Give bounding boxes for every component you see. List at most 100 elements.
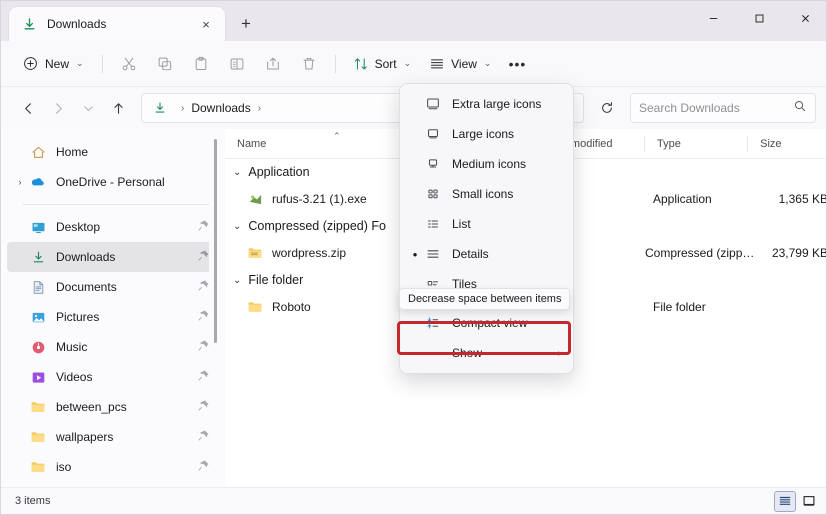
list-icon <box>422 216 444 232</box>
menu-item-details[interactable]: • Details <box>404 239 569 269</box>
menu-item-small-icons[interactable]: Small icons <box>404 179 569 209</box>
breadcrumb-separator-2[interactable]: › <box>258 103 261 114</box>
file-explorer-window: Downloads × + New ⌄ Sort ⌄ View ⌄ ••• › … <box>0 0 827 515</box>
sort-icon <box>354 57 367 69</box>
new-button-label: New <box>45 56 70 71</box>
menu-item-label: Extra large icons <box>452 97 542 111</box>
menu-item-label: Medium icons <box>452 157 527 171</box>
menu-item-label: Small icons <box>452 187 514 201</box>
menu-item-extra-large-icons[interactable]: Extra large icons <box>404 89 569 119</box>
chevron-down-icon[interactable]: ⌄ <box>233 221 241 232</box>
search-icon[interactable] <box>793 99 807 118</box>
chevron-down-icon[interactable]: ⌄ <box>233 275 241 286</box>
scrollbar-thumb[interactable] <box>214 139 217 343</box>
sidebar-item-desktop[interactable]: Desktop <box>7 212 219 242</box>
search-input[interactable]: Search Downloads <box>630 93 816 123</box>
menu-item-label: Show <box>452 346 483 360</box>
search-placeholder: Search Downloads <box>639 101 740 115</box>
sidebar-item-label: Pictures <box>56 310 100 324</box>
extra-large-icons-icon <box>422 96 444 112</box>
sidebar-item-music[interactable]: Music <box>7 332 219 362</box>
sidebar-item-wallpapers[interactable]: wallpapers <box>7 422 219 452</box>
sidebar-item-between-pcs[interactable]: between_pcs <box>7 392 219 422</box>
new-tab-button[interactable]: + <box>229 7 263 41</box>
sidebar-item-pictures[interactable]: Pictures <box>7 302 219 332</box>
column-label: Type <box>657 137 681 150</box>
back-button[interactable] <box>13 93 43 123</box>
toolbar-separator <box>101 54 103 73</box>
sidebar-item-label: OneDrive - Personal <box>56 175 165 189</box>
minimize-button[interactable] <box>690 1 736 35</box>
copy-icon[interactable] <box>147 49 183 79</box>
sidebar-divider <box>23 204 211 205</box>
sidebar-item-onedrive[interactable]: › OneDrive - Personal <box>7 167 219 197</box>
sort-button[interactable]: Sort ⌄ <box>344 49 421 79</box>
sidebar-item-documents[interactable]: Documents <box>7 272 219 302</box>
up-button[interactable] <box>103 93 133 123</box>
column-header-type[interactable]: Type <box>645 129 749 159</box>
tab-title: Downloads <box>47 17 107 31</box>
column-label: Size <box>760 137 782 150</box>
menu-item-list[interactable]: List <box>404 209 569 239</box>
sidebar-item-label: wallpapers <box>56 430 114 444</box>
title-bar: Downloads × + <box>1 1 826 41</box>
plus-circle-icon <box>24 57 37 70</box>
new-button[interactable]: New ⌄ <box>13 49 94 79</box>
sidebar-scrollbar[interactable] <box>209 133 223 485</box>
rename-icon[interactable] <box>219 49 255 79</box>
paste-icon[interactable] <box>183 49 219 79</box>
large-icons-view-icon[interactable] <box>798 491 820 512</box>
tab-strip: Downloads × + <box>1 1 263 41</box>
recent-locations-button[interactable] <box>73 93 103 123</box>
sidebar-item-label: Documents <box>56 280 117 294</box>
maximize-button[interactable] <box>736 1 782 35</box>
close-button[interactable] <box>782 1 826 35</box>
menu-item-medium-icons[interactable]: Medium icons <box>404 149 569 179</box>
sidebar-item-downloads[interactable]: Downloads <box>7 242 219 272</box>
refresh-button[interactable] <box>592 93 622 123</box>
sidebar-item-label: Home <box>56 145 89 159</box>
view-button[interactable]: View ⌄ <box>420 49 500 79</box>
chevron-down-icon[interactable]: ⌄ <box>233 167 241 178</box>
pictures-icon <box>29 310 47 325</box>
selection-bullet: • <box>412 246 418 262</box>
group-label: File folder <box>248 273 304 287</box>
sidebar-item-label: Videos <box>56 370 93 384</box>
column-label: Name <box>237 137 267 150</box>
downloads-icon <box>21 16 37 32</box>
tab-downloads[interactable]: Downloads × <box>9 7 225 41</box>
details-view-icon[interactable] <box>774 490 796 512</box>
column-header-size[interactable]: Size <box>748 129 826 159</box>
sort-ascending-icon: ⌃ <box>333 130 341 141</box>
menu-item-large-icons[interactable]: Large icons <box>404 119 569 149</box>
folder-icon <box>29 399 47 415</box>
home-icon <box>29 145 47 160</box>
breadcrumb-separator: › <box>181 102 185 114</box>
sidebar-item-label: between_pcs <box>56 400 127 414</box>
sidebar-item-iso[interactable]: iso <box>7 452 219 482</box>
trash-icon[interactable] <box>291 49 327 79</box>
chevron-right-icon[interactable]: › <box>11 177 29 187</box>
exe-icon <box>247 191 263 207</box>
chevron-down-icon: ⌄ <box>76 58 84 68</box>
chevron-down-icon: ⌄ <box>403 58 412 68</box>
sidebar-item-videos[interactable]: Videos <box>7 362 219 392</box>
file-name: wordpress.zip <box>272 246 347 260</box>
sidebar-item-label: Downloads <box>56 250 116 264</box>
share-icon[interactable] <box>255 49 291 79</box>
menu-item-label: Compact view <box>452 316 528 330</box>
file-size-cell: 1,365 KB <box>778 192 827 206</box>
forward-button[interactable] <box>43 93 73 123</box>
file-type-cell: Compressed (zipp… <box>645 246 755 260</box>
scissors-icon[interactable] <box>111 49 147 79</box>
close-icon[interactable]: × <box>195 13 217 35</box>
sidebar-item-label: Music <box>56 340 88 354</box>
window-controls <box>690 1 826 35</box>
view-dropdown-menu: Extra large icons Large icons Medium ico… <box>399 83 574 374</box>
see-more-button[interactable]: ••• <box>500 49 534 79</box>
menu-item-compact-view[interactable]: Compact view <box>404 308 569 338</box>
breadcrumb-downloads[interactable]: Downloads <box>191 101 250 115</box>
group-label: Compressed (zipped) Fo <box>248 219 386 233</box>
menu-item-show[interactable]: Show › <box>404 338 569 368</box>
sidebar-item-home[interactable]: Home <box>7 137 219 167</box>
